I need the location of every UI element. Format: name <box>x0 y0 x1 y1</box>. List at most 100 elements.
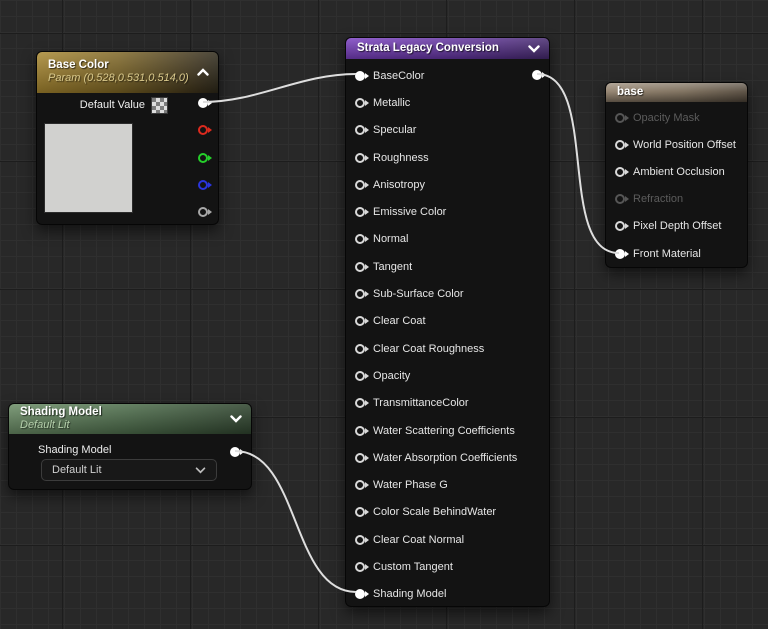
input-row-clear-coat-normal: Clear Coat Normal <box>346 526 549 553</box>
material-graph-canvas[interactable]: Base Color Param (0.528,0.531,0.514,0) D… <box>0 0 768 629</box>
pin-label: Refraction <box>633 193 684 206</box>
input-row-roughness: Roughness <box>346 144 549 171</box>
input-pin[interactable] <box>355 179 369 190</box>
chevron-down-icon[interactable] <box>528 45 540 53</box>
pin-label: Clear Coat <box>373 315 426 328</box>
node-header-base[interactable]: base <box>606 83 747 102</box>
input-pin[interactable] <box>615 139 629 150</box>
input-pin[interactable] <box>355 534 369 545</box>
output-pin-strata-result[interactable] <box>532 70 546 80</box>
default-value-row: Default Value <box>37 96 168 114</box>
pin-label: Opacity Mask <box>633 111 700 124</box>
input-pin[interactable] <box>355 316 369 327</box>
chevron-down-icon <box>195 466 206 473</box>
output-pin-red-channel[interactable] <box>198 125 212 135</box>
input-pin[interactable] <box>355 507 369 518</box>
pin-label: Front Material <box>633 247 701 260</box>
input-row-shading-model: Shading Model <box>346 581 549 608</box>
pin-label: Roughness <box>373 151 429 164</box>
input-pin[interactable] <box>355 425 369 436</box>
node-subtitle: Default Lit <box>20 419 70 431</box>
input-row-water-absorption: Water Absorption Coefficients <box>346 444 549 471</box>
pin-label: Sub-Surface Color <box>373 288 464 301</box>
node-title: Shading Model <box>20 406 102 418</box>
input-row-opacity-mask: Opacity Mask <box>606 104 747 131</box>
input-pin[interactable] <box>355 398 369 409</box>
pin-label: World Position Offset <box>633 138 736 151</box>
input-row-water-scattering: Water Scattering Coefficients <box>346 417 549 444</box>
shading-model-dropdown[interactable]: Default Lit <box>41 459 217 481</box>
input-pin[interactable] <box>615 221 629 232</box>
input-pin[interactable] <box>355 70 369 81</box>
default-value-label: Default Value <box>79 99 145 111</box>
input-row-water-phase-g: Water Phase G <box>346 471 549 498</box>
input-row-tangent: Tangent <box>346 253 549 280</box>
input-pin[interactable] <box>615 112 629 123</box>
node-header-base-color[interactable]: Base Color Param (0.528,0.531,0.514,0) <box>37 52 218 93</box>
input-pin[interactable] <box>355 452 369 463</box>
node-base-color-param[interactable]: Base Color Param (0.528,0.531,0.514,0) D… <box>36 51 219 225</box>
input-row-front-material: Front Material <box>606 240 747 267</box>
pin-label: Water Scattering Coefficients <box>373 424 515 437</box>
texture-checker-icon[interactable] <box>151 96 168 114</box>
input-pin[interactable] <box>355 561 369 572</box>
input-row-anisotropy: Anisotropy <box>346 171 549 198</box>
pin-label: BaseColor <box>373 69 425 82</box>
output-pin-main[interactable] <box>198 98 212 108</box>
input-pin[interactable] <box>355 589 369 600</box>
node-title: Strata Legacy Conversion <box>357 42 499 54</box>
output-pin-shading-model[interactable] <box>230 447 244 457</box>
pin-label: Specular <box>373 124 417 137</box>
color-preview-swatch <box>44 123 133 213</box>
input-row-specular: Specular <box>346 117 549 144</box>
input-pin[interactable] <box>355 261 369 272</box>
node-header-shading-model[interactable]: Shading Model Default Lit <box>9 404 251 434</box>
wire-basecolor-to-strata[interactable] <box>202 73 357 103</box>
output-pin-alpha-channel[interactable] <box>198 207 212 217</box>
input-pin[interactable] <box>355 125 369 136</box>
pin-label: Pixel Depth Offset <box>633 220 722 233</box>
pin-label: Normal <box>373 233 409 246</box>
input-pin[interactable] <box>355 343 369 354</box>
input-pin[interactable] <box>355 152 369 163</box>
node-strata-legacy-conversion[interactable]: Strata Legacy Conversion BaseColor Metal… <box>345 37 550 607</box>
node-shading-model[interactable]: Shading Model Default Lit Shading Model … <box>8 403 252 490</box>
pin-label: Ambient Occlusion <box>633 165 725 178</box>
input-pin[interactable] <box>355 207 369 218</box>
input-pin[interactable] <box>355 289 369 300</box>
node-subtitle: Param (0.528,0.531,0.514,0) <box>48 72 189 84</box>
pin-label: Clear Coat Normal <box>373 533 465 546</box>
node-header-strata[interactable]: Strata Legacy Conversion <box>346 38 549 59</box>
pin-label: Opacity <box>373 369 411 382</box>
output-pin-green-channel[interactable] <box>198 153 212 163</box>
input-pin[interactable] <box>615 166 629 177</box>
input-row-world-position-offset: World Position Offset <box>606 131 747 158</box>
chevron-down-icon[interactable] <box>230 415 242 423</box>
input-row-custom-tangent: Custom Tangent <box>346 553 549 580</box>
input-pin[interactable] <box>615 248 629 259</box>
pin-label: Water Phase G <box>373 479 448 492</box>
input-pin[interactable] <box>355 97 369 108</box>
input-row-opacity: Opacity <box>346 362 549 389</box>
input-pin[interactable] <box>355 480 369 491</box>
output-pin-blue-channel[interactable] <box>198 180 212 190</box>
input-row-transmittancecolor: TransmittanceColor <box>346 390 549 417</box>
input-row-metallic: Metallic <box>346 89 549 116</box>
input-row-pixel-depth-offset: Pixel Depth Offset <box>606 213 747 240</box>
pin-label: Water Absorption Coefficients <box>373 451 518 464</box>
input-row-sub-surface-color: Sub-Surface Color <box>346 280 549 307</box>
input-pin[interactable] <box>615 194 629 205</box>
node-base-material-result[interactable]: base Opacity Mask World Position Offset … <box>605 82 748 268</box>
node-title: Base Color <box>48 59 109 71</box>
input-pin[interactable] <box>355 234 369 245</box>
input-pin[interactable] <box>355 370 369 381</box>
input-row-ambient-occlusion: Ambient Occlusion <box>606 158 747 185</box>
pin-label: Metallic <box>373 96 411 109</box>
pin-label: Anisotropy <box>373 178 425 191</box>
dropdown-value: Default Lit <box>52 464 102 476</box>
pin-label: Shading Model <box>373 588 447 601</box>
chevron-up-icon[interactable] <box>197 68 209 76</box>
input-row-clear-coat: Clear Coat <box>346 308 549 335</box>
wire-shadingmodel-to-strata[interactable] <box>234 450 357 593</box>
pin-label: Color Scale BehindWater <box>373 506 497 519</box>
